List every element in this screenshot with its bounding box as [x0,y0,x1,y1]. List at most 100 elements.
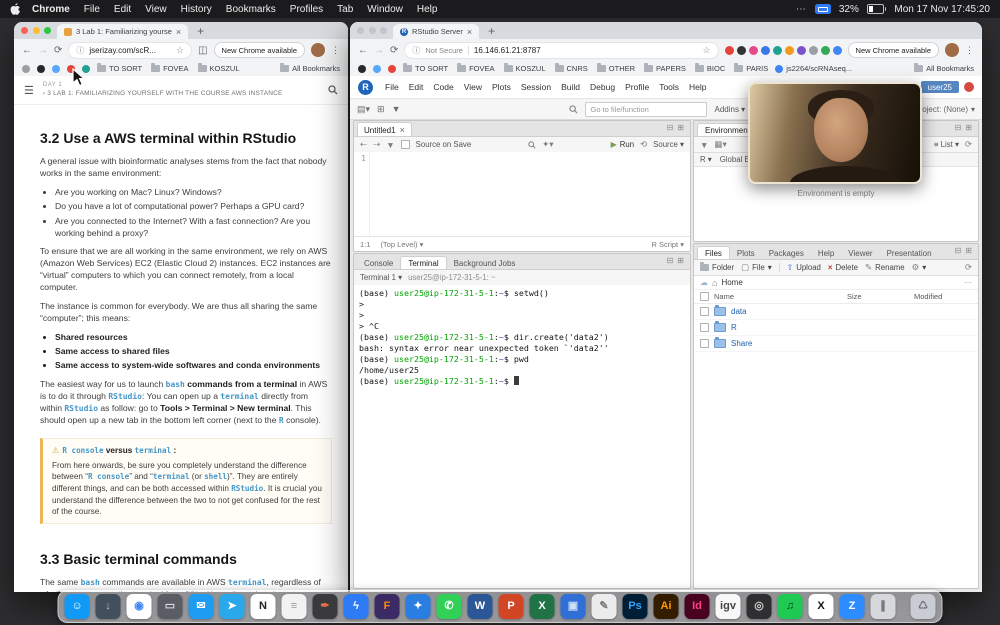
dock-item-parallels[interactable]: ∥ [870,594,896,619]
files-pane-tab[interactable]: Help [811,247,841,259]
extension-icon[interactable] [832,45,842,55]
rstudio-menu-item[interactable]: Help [684,82,711,92]
reload-button[interactable]: ⟳ [390,45,398,56]
username-badge[interactable]: user25 [920,81,959,93]
bookmark-folder[interactable]: PARIS [734,63,768,73]
back-icon[interactable]: ⇠ [360,139,367,150]
breadcrumb-home[interactable]: Home [721,278,742,287]
screen-recording-icon[interactable] [814,4,831,14]
row-checkbox[interactable] [700,323,709,332]
address-bar[interactable]: ⓘ jserizay.com/scR... ☆ [68,41,193,59]
dock-item-trash[interactable]: ♺ [910,594,936,619]
column-name[interactable]: Name [714,292,842,301]
dock-item-display[interactable]: ▭ [157,594,183,619]
save-icon[interactable]: ▼ [392,104,401,114]
code-tools-icon[interactable]: ✦▾ [542,139,553,150]
rstudio-menu-item[interactable]: Tools [654,82,684,92]
extension-icon[interactable] [784,45,794,55]
breadcrumb-path[interactable]: › 3 LAB 1: FAMILIARIZING YOURSELF WITH T… [43,90,283,98]
column-size[interactable]: Size [847,292,909,301]
goto-file-function-input[interactable] [585,101,708,117]
quit-session-icon[interactable] [964,82,974,92]
bookmark-favicon[interactable] [388,64,396,73]
save-icon[interactable]: ▼ [386,140,394,150]
console-pane-tab[interactable]: Background Jobs [447,257,523,269]
address-bar[interactable]: ⓘ Not Secure 16.146.61.21:8787 ☆ [404,41,719,59]
dock-item-photoshop[interactable]: Ps [622,594,648,619]
rstudio-menu-item[interactable]: View [459,82,487,92]
forward-button[interactable]: → [374,45,384,56]
bookmark-folder[interactable]: KOSZUL [197,63,240,73]
more-button[interactable]: ⚙ ▾ [912,262,927,273]
dock-item-camera-app[interactable]: ◎ [746,594,772,619]
extension-icon[interactable] [772,45,782,55]
close-window-button[interactable] [21,27,28,34]
rstudio-menu-item[interactable]: File [380,82,404,92]
import-dataset-icon[interactable]: ▦▾ [714,139,726,150]
forward-button[interactable]: → [38,45,48,56]
bookmark-favicon[interactable] [22,64,30,73]
site-info-icon[interactable]: ⓘ [76,45,84,56]
new-tab-button[interactable]: + [194,24,207,38]
dock-item-downloads[interactable]: ↓ [95,594,121,619]
bookmark-folder[interactable]: BIOC [694,63,725,73]
pane-minmax-icons[interactable]: ⊟ ⊞ [955,246,975,257]
chrome-update-button[interactable]: New Chrome available [847,42,939,58]
view-selector[interactable]: ≡ List ▾ [934,140,959,149]
file-name-link[interactable]: Share [731,339,842,348]
bookmark-folder[interactable]: TO SORT [97,63,142,73]
refresh-icon[interactable]: ⟳ [965,262,972,273]
dock-item-indesign[interactable]: Id [684,594,710,619]
bookmark-star-icon[interactable]: ☆ [702,45,710,56]
dock-item-chrome[interactable]: ◉ [126,594,152,619]
extension-icon[interactable] [820,45,830,55]
rstudio-menu-item[interactable]: Profile [620,82,654,92]
bookmark-favicon[interactable] [52,64,60,73]
dock-item-word[interactable]: W [467,594,493,619]
rstudio-menu-item[interactable]: Plots [487,82,516,92]
zoom-window-button[interactable] [380,27,387,34]
dock-item-messenger[interactable]: ϟ [343,594,369,619]
new-folder-button[interactable]: Folder [700,262,734,272]
reload-button[interactable]: ⟳ [54,45,62,56]
minimize-window-button[interactable] [368,27,376,34]
back-button[interactable]: ← [358,45,368,56]
select-all-checkbox[interactable] [700,292,709,301]
menubar-menu-item[interactable]: Profiles [283,4,330,15]
file-row[interactable]: data [694,304,978,320]
browser-tab-course[interactable]: 3 Lab 1: Familiarizing yourse × [57,24,189,39]
battery-icon[interactable] [866,4,887,14]
source-on-save-checkbox[interactable] [400,140,410,149]
extension-icon[interactable] [724,45,734,55]
menubar-menu-item[interactable]: File [77,4,107,15]
menubar-menu-item[interactable]: View [138,4,174,15]
pane-minmax-icons[interactable]: ⊟ ⊞ [667,123,687,134]
all-bookmarks-button[interactable]: All Bookmarks [914,63,974,73]
dock-item-mail[interactable]: ✉ [188,594,214,619]
sidebar-toggle-icon[interactable]: ☰ [24,84,34,97]
row-checkbox[interactable] [700,307,709,316]
dock-item-remote-desktop[interactable]: ▣ [560,594,586,619]
menubar-menu-item[interactable]: Edit [107,4,138,15]
terminal-output[interactable]: (base) user25@ip-172-31-5-1:~$ setwd() >… [354,285,690,588]
code-editor[interactable]: 1 [354,152,690,237]
save-icon[interactable]: ▼ [700,140,708,150]
more-icon[interactable]: ⋯ [964,278,972,287]
bookmark-folder[interactable]: FOVEA [457,63,495,73]
dock-item-spotify[interactable]: ♫ [777,594,803,619]
files-pane-tab[interactable]: Plots [730,247,762,259]
files-pane-tab[interactable]: Presentation [880,247,939,259]
dock-item-notion[interactable]: N [250,594,276,619]
bookmark-favicon[interactable] [373,64,381,73]
bookmark-favicon[interactable] [37,64,45,73]
search-icon[interactable] [328,85,338,95]
rstudio-menu-item[interactable]: Debug [585,82,620,92]
rstudio-menu-item[interactable]: Build [556,82,585,92]
rerun-icon[interactable]: ⟲ [640,139,647,150]
dock-item-firefox[interactable]: F [374,594,400,619]
status-more-icon[interactable]: ⋯ [796,4,807,15]
menubar-menu-item[interactable]: Window [360,4,410,15]
bookmark-folder[interactable]: PAPERS [644,63,686,73]
bookmark-favicon[interactable] [358,64,366,73]
new-project-icon[interactable]: ⊞ [377,104,385,115]
